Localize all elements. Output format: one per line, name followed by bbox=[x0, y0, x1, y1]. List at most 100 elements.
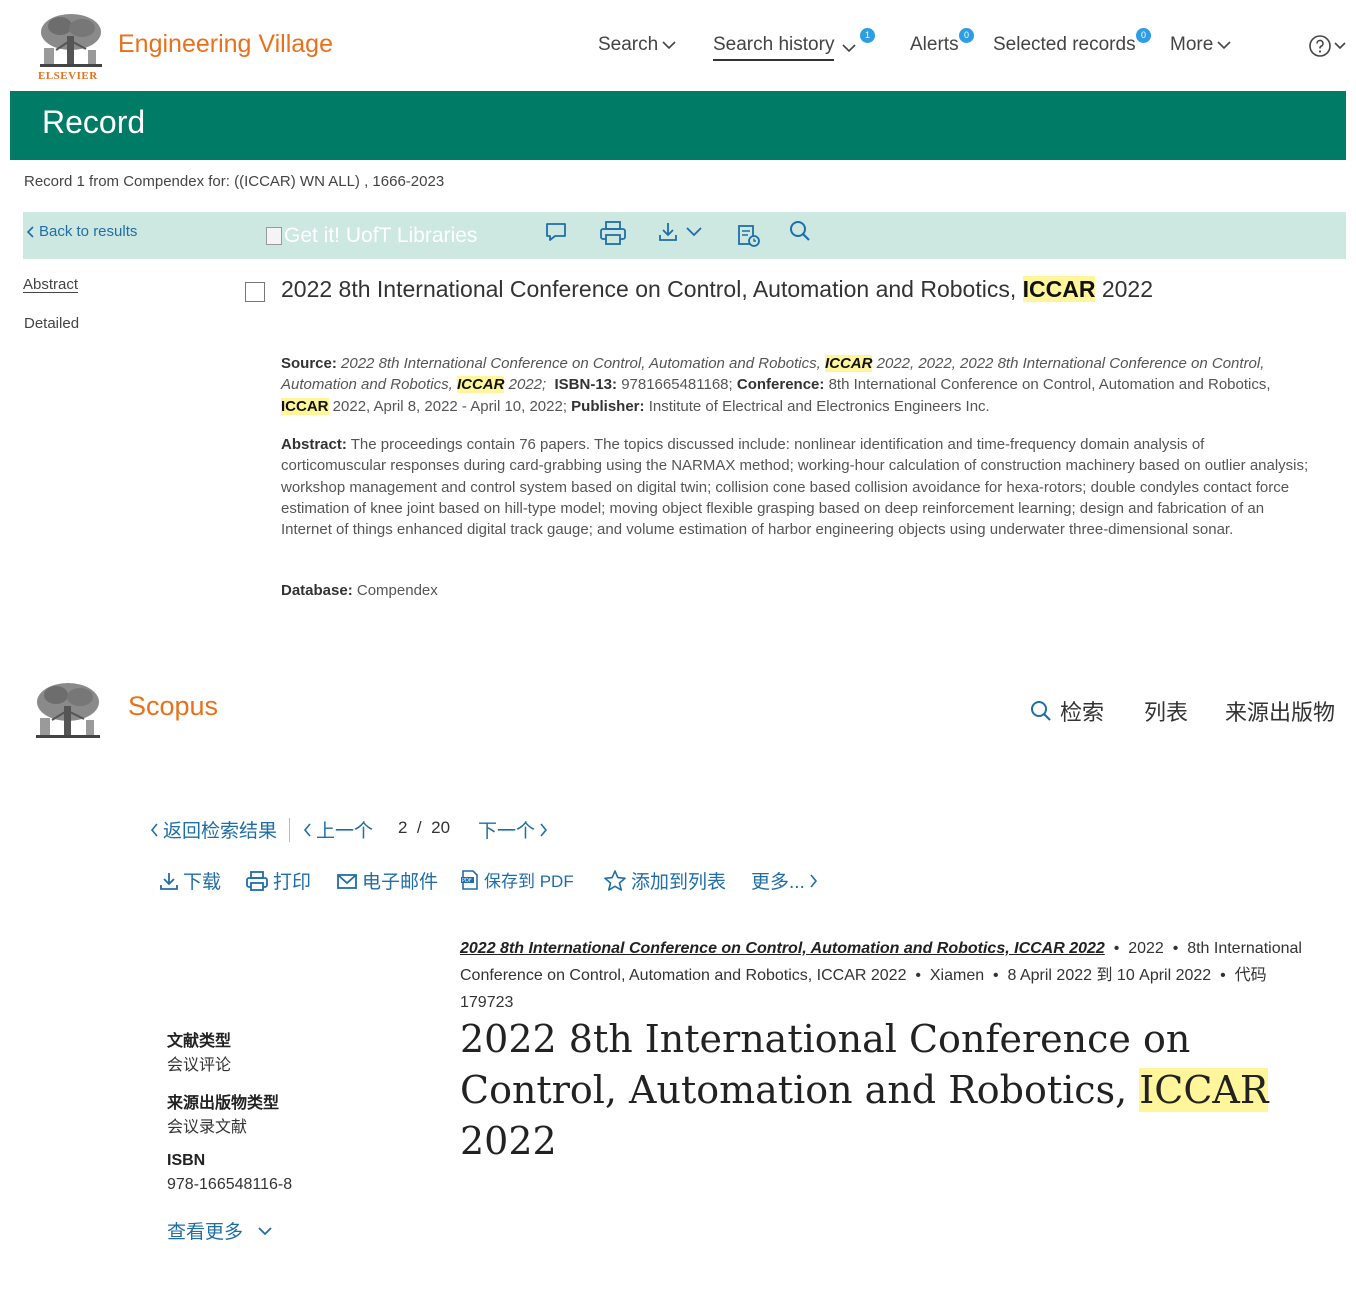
source-type-label: 来源出版物类型 bbox=[167, 1095, 280, 1112]
record-database-block: Database: Compendex bbox=[281, 580, 1311, 601]
engineering-village-brand[interactable]: Engineering Village bbox=[118, 30, 333, 59]
total-pages: 20 bbox=[431, 818, 451, 837]
scopus-save-pdf-button[interactable]: PDF 保存到 PDF bbox=[460, 867, 574, 892]
svg-text:PDF: PDF bbox=[462, 878, 472, 884]
search-term-highlight: ICCAR bbox=[456, 376, 505, 394]
comment-icon[interactable] bbox=[544, 220, 568, 244]
nav-alerts-label: Alerts bbox=[910, 34, 959, 55]
source-dates: 8 April 2022 到 10 April 2022 bbox=[1007, 967, 1212, 984]
search-icon[interactable] bbox=[788, 219, 812, 243]
next-record-link[interactable]: 下一个 bbox=[478, 816, 548, 843]
bullet: • bbox=[993, 967, 999, 984]
record-banner bbox=[10, 91, 1346, 160]
nav-search-label: Search bbox=[598, 34, 659, 55]
nav-search-history[interactable]: Search history bbox=[713, 34, 835, 61]
chevron-right-icon bbox=[810, 873, 817, 888]
get-it-link[interactable]: Get it! UofT Libraries bbox=[266, 224, 477, 248]
back-to-results-label: Back to results bbox=[39, 223, 138, 240]
email-label: 电子邮件 bbox=[362, 872, 439, 893]
source-location: Xiamen bbox=[929, 967, 985, 984]
get-it-label: Get it! UofT Libraries bbox=[284, 224, 478, 247]
broken-image-icon bbox=[266, 227, 282, 245]
nav-search[interactable]: Search bbox=[598, 34, 676, 56]
source-type-value: 会议录文献 bbox=[167, 1119, 248, 1136]
source-label: Source: bbox=[281, 355, 337, 372]
chevron-down-icon bbox=[662, 41, 676, 50]
alerts-badge: 0 bbox=[959, 28, 974, 43]
nav-selected-records[interactable]: Selected records bbox=[993, 34, 1136, 56]
scopus-download-button[interactable]: 下载 bbox=[159, 867, 221, 894]
bullet: • bbox=[1220, 967, 1226, 984]
elsevier-wordmark: ELSEVIER bbox=[38, 70, 98, 82]
source-title-link[interactable]: 2022 8th International Conference on Con… bbox=[460, 940, 1105, 957]
record-abstract-block: Abstract: The proceedings contain 76 pap… bbox=[281, 434, 1311, 540]
elsevier-logo[interactable]: ELSEVIER bbox=[38, 12, 106, 84]
scopus-more-actions-button[interactable]: 更多... bbox=[751, 867, 818, 894]
previous-record-link[interactable]: 上一个 bbox=[303, 816, 373, 843]
help-icon bbox=[1309, 35, 1331, 57]
bullet: • bbox=[1172, 940, 1179, 957]
isbn-label: ISBN bbox=[167, 1152, 206, 1169]
search-term-highlight: ICCAR bbox=[1139, 1068, 1269, 1112]
elsevier-tree-icon bbox=[40, 14, 102, 67]
scopus-email-button[interactable]: 电子邮件 bbox=[336, 867, 438, 894]
help-menu[interactable] bbox=[1308, 33, 1356, 59]
nav-more-label: More bbox=[1170, 34, 1214, 55]
chevron-right-icon bbox=[540, 822, 548, 837]
next-record-label: 下一个 bbox=[478, 821, 536, 842]
sidebar-tab-detailed[interactable]: Detailed bbox=[24, 315, 79, 332]
record-title: 2022 8th International Conference on Con… bbox=[281, 276, 1153, 303]
back-to-results-link[interactable]: Back to results bbox=[27, 223, 137, 240]
chevron-left-icon bbox=[303, 822, 311, 837]
isbn-label: ISBN-13: bbox=[554, 376, 618, 394]
doc-type-label: 文献类型 bbox=[167, 1033, 232, 1050]
elsevier-tree-icon[interactable] bbox=[34, 680, 102, 740]
print-icon bbox=[246, 870, 268, 891]
pdf-icon: PDF bbox=[461, 869, 478, 890]
conference-dates: 2022, April 8, 2022 - April 10, 2022; bbox=[328, 397, 567, 415]
document-title-text: 2022 8th International Conference on Con… bbox=[460, 1017, 1191, 1112]
record-title-year: 2022 bbox=[1095, 276, 1153, 302]
scopus-nav-search[interactable]: 检索 bbox=[1030, 695, 1104, 727]
chevron-left-icon bbox=[27, 225, 34, 238]
email-icon bbox=[337, 873, 357, 889]
download-label: 下载 bbox=[183, 872, 222, 893]
more-actions-label: 更多... bbox=[751, 872, 805, 893]
show-more-label: 查看更多 bbox=[167, 1222, 244, 1243]
search-history-badge: 1 bbox=[860, 28, 875, 43]
conference-value: 8th International Conference on Control,… bbox=[828, 376, 1271, 394]
record-title-text: 2022 8th International Conference on Con… bbox=[281, 276, 1023, 302]
cite-export-icon[interactable] bbox=[736, 223, 762, 249]
nav-search-history-label: Search history bbox=[713, 34, 835, 55]
download-icon bbox=[160, 872, 178, 890]
page-indicator: 2 / 20 bbox=[398, 818, 450, 838]
select-record-checkbox[interactable] bbox=[245, 282, 265, 302]
sidebar-tab-abstract[interactable]: Abstract bbox=[23, 276, 78, 293]
scopus-add-to-list-button[interactable]: 添加到列表 bbox=[603, 867, 726, 894]
chevron-down-icon bbox=[1334, 42, 1346, 50]
download-icon[interactable] bbox=[657, 220, 705, 246]
print-icon[interactable] bbox=[599, 220, 627, 246]
scopus-nav-sources[interactable]: 来源出版物 bbox=[1225, 695, 1335, 727]
page-slash: / bbox=[416, 818, 422, 837]
record-source-block: Source: 2022 8th International Conferenc… bbox=[281, 353, 1311, 417]
chevron-down-icon bbox=[1217, 41, 1231, 50]
nav-alerts[interactable]: Alerts bbox=[910, 34, 959, 56]
scopus-brand[interactable]: Scopus bbox=[128, 691, 218, 722]
scopus-nav-lists[interactable]: 列表 bbox=[1144, 695, 1188, 727]
scopus-print-button[interactable]: 打印 bbox=[245, 867, 311, 894]
show-more-link[interactable]: 查看更多 bbox=[167, 1217, 273, 1244]
add-to-list-label: 添加到列表 bbox=[631, 872, 727, 893]
bullet: • bbox=[1113, 940, 1120, 957]
search-term-highlight: ICCAR bbox=[281, 397, 329, 415]
publisher-label: Publisher: bbox=[571, 397, 645, 415]
nav-more[interactable]: More bbox=[1170, 34, 1231, 56]
conference-label: Conference: bbox=[736, 376, 825, 394]
search-term-highlight: ICCAR bbox=[1022, 276, 1096, 302]
save-pdf-label: 保存到 PDF bbox=[484, 872, 574, 891]
back-to-search-results-link[interactable]: 返回检索结果 bbox=[150, 816, 277, 843]
isbn-value: 9781665481168; bbox=[621, 376, 733, 394]
document-title-year: 2022 bbox=[460, 1119, 557, 1163]
print-label: 打印 bbox=[273, 872, 312, 893]
chevron-left-icon bbox=[150, 822, 158, 837]
